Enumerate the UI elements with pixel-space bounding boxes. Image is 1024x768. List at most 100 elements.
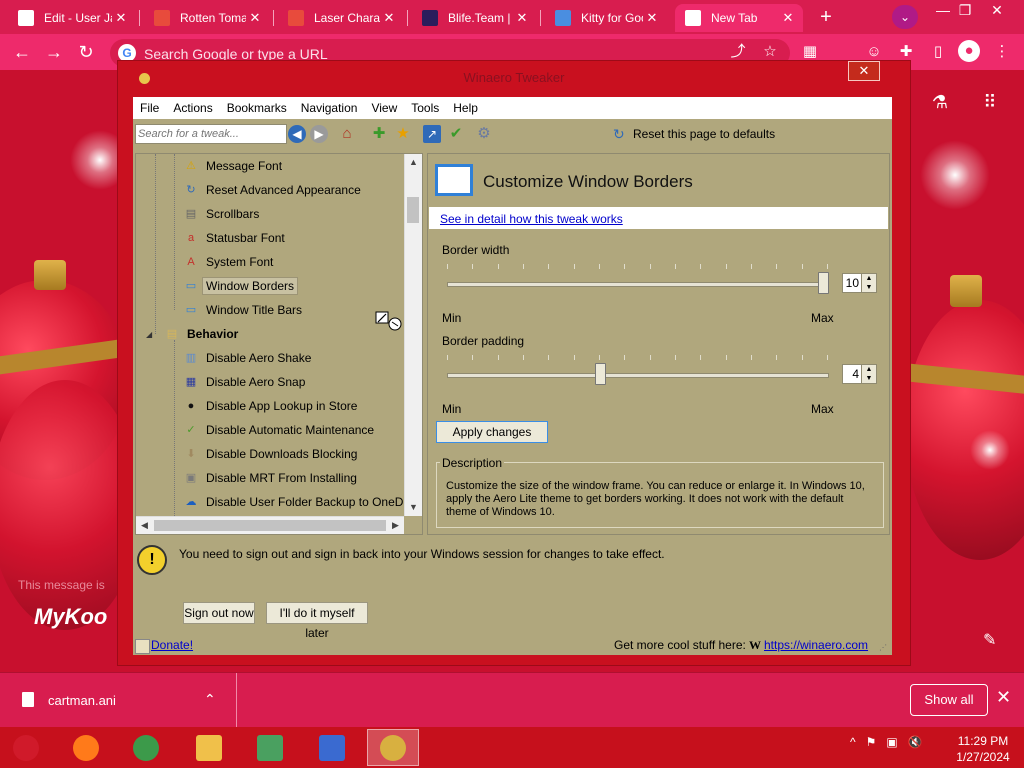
border-padding-spinner[interactable]: 4 ▲ ▼ <box>842 364 877 384</box>
star-icon[interactable]: ☆ <box>760 42 780 62</box>
border-width-track[interactable] <box>447 282 829 287</box>
firefox-icon[interactable] <box>60 729 112 766</box>
detail-link[interactable]: See in detail how this tweak works <box>440 212 623 226</box>
remote-desktop-icon[interactable] <box>306 729 358 766</box>
tab-close-icon[interactable]: ✕ <box>380 10 398 26</box>
forward-arrow-icon[interactable]: ▶ <box>310 125 328 143</box>
show-hidden-icons-icon[interactable]: ^ <box>850 735 856 749</box>
reset-page-button[interactable]: ↻ Reset this page to defaults <box>613 127 775 141</box>
scroll-right-icon[interactable]: ▶ <box>387 517 404 534</box>
spin-up-icon[interactable]: ▲ <box>862 365 876 374</box>
border-width-thumb[interactable] <box>818 272 829 294</box>
browser-tab[interactable]: Laser Charac ✕ <box>278 4 404 32</box>
home-icon[interactable]: ⌂ <box>338 125 356 143</box>
close-button[interactable]: ✕ <box>982 0 1012 20</box>
browser-tab[interactable]: New Tab ✕ <box>675 4 803 32</box>
customize-pencil-icon[interactable]: ✎ <box>983 630 996 650</box>
browser-tab[interactable]: Rotten Toma ✕ <box>144 4 270 32</box>
share-icon[interactable]: ⤴ <box>728 42 748 62</box>
tab-close-icon[interactable]: ✕ <box>513 10 531 26</box>
sidebar-icon[interactable]: ▯ <box>928 42 948 62</box>
start-button[interactable] <box>0 729 52 766</box>
border-padding-thumb[interactable] <box>595 363 607 385</box>
tree-item[interactable]: ⚠ Message Font <box>183 154 282 178</box>
menu-navigation[interactable]: Navigation <box>294 97 365 119</box>
show-all-button[interactable]: Show all <box>910 684 988 716</box>
browser-tab[interactable]: Edit - User Ja ✕ <box>8 4 136 32</box>
hscroll-thumb[interactable] <box>154 520 386 531</box>
forward-button[interactable]: → <box>42 40 66 64</box>
tree-item[interactable]: ▣ Disable MRT From Installing <box>183 466 357 490</box>
network-icon[interactable] <box>244 729 296 766</box>
network-tray-icon[interactable]: ▣ <box>886 735 897 749</box>
tree-item[interactable]: ⬇ Disable Downloads Blocking <box>183 442 357 466</box>
reload-button[interactable]: ↻ <box>74 40 98 64</box>
shortcut-icon[interactable]: ↗ <box>423 125 441 143</box>
apply-changes-button[interactable]: Apply changes <box>436 421 548 443</box>
apply-check-icon[interactable]: ✔ <box>447 125 465 143</box>
tab-close-icon[interactable]: ✕ <box>643 10 661 26</box>
tree-item[interactable]: A System Font <box>183 250 273 274</box>
tree-item[interactable]: a Statusbar Font <box>183 226 285 250</box>
tree-item[interactable]: ▭ Window Title Bars <box>183 298 302 322</box>
puzzle-icon[interactable]: ✚ <box>896 42 916 62</box>
expand-icon[interactable]: ◢ <box>146 330 152 339</box>
browser-tab[interactable]: Kitty for Goo ✕ <box>545 4 667 32</box>
close-download-bar-icon[interactable]: ✕ <box>996 687 1011 708</box>
scroll-left-icon[interactable]: ◀ <box>136 517 153 534</box>
menu-tools[interactable]: Tools <box>404 97 446 119</box>
labs-icon[interactable]: ⚗ <box>930 92 950 112</box>
sign-out-now-button[interactable]: Sign out now <box>183 602 255 624</box>
menu-icon[interactable]: ⋮ <box>992 42 1012 62</box>
scroll-down-icon[interactable]: ▼ <box>405 499 422 516</box>
tree-item[interactable]: ☁ Disable User Folder Backup to OneDrive <box>183 490 423 514</box>
bookmark-star-icon[interactable]: ★ <box>394 125 412 143</box>
apps-grid-icon[interactable]: ⠿ <box>980 92 1000 112</box>
resize-grip-icon[interactable]: ⋰ <box>879 643 889 653</box>
tweak-search-input[interactable] <box>135 124 287 144</box>
tree-item[interactable]: ↻ Reset Advanced Appearance <box>183 178 360 202</box>
spin-up-icon[interactable]: ▲ <box>862 274 876 283</box>
menu-bookmarks[interactable]: Bookmarks <box>220 97 294 119</box>
spin-down-icon[interactable]: ▼ <box>862 374 876 383</box>
profile-icon[interactable]: ● <box>958 40 980 62</box>
menu-file[interactable]: File <box>133 97 166 119</box>
emoji-extension-icon[interactable]: ☺ <box>864 42 884 62</box>
tree-item[interactable]: ▤ Scrollbars <box>183 202 260 226</box>
tab-close-icon[interactable]: ✕ <box>779 10 797 26</box>
clock[interactable]: 11:29 PM 1/27/2024 <box>948 733 1018 765</box>
winaero-tweaker-icon[interactable] <box>367 729 419 766</box>
do-it-later-button[interactable]: I'll do it myself later <box>266 602 368 640</box>
tree-item[interactable]: ▭ Window Borders <box>183 274 299 298</box>
menu-help[interactable]: Help <box>446 97 485 119</box>
border-padding-track[interactable] <box>447 373 829 378</box>
tab-close-icon[interactable]: ✕ <box>246 10 264 26</box>
menu-actions[interactable]: Actions <box>166 97 219 119</box>
menu-view[interactable]: View <box>364 97 404 119</box>
new-tab-button[interactable]: + <box>812 5 840 29</box>
settings-gear-icon[interactable]: ⚙ <box>475 125 493 143</box>
scroll-up-icon[interactable]: ▲ <box>405 154 422 171</box>
tree-item[interactable]: ● Disable App Lookup in Store <box>183 394 358 418</box>
action-center-flag-icon[interactable]: ⚑ <box>866 735 877 749</box>
extension-icon[interactable]: ▦ <box>800 42 820 62</box>
scroll-thumb[interactable] <box>407 197 419 223</box>
add-bookmark-icon[interactable]: ✚ <box>370 125 388 143</box>
donate-link[interactable]: Donate! <box>151 638 193 652</box>
tree-item[interactable]: ▥ Disable Aero Shake <box>183 346 312 370</box>
border-width-spinner[interactable]: 10 ▲ ▼ <box>842 273 877 293</box>
restore-button[interactable]: ❐ <box>950 0 980 20</box>
spin-down-icon[interactable]: ▼ <box>862 283 876 292</box>
tree-item[interactable]: ✓ Disable Automatic Maintenance <box>183 418 374 442</box>
back-arrow-icon[interactable]: ◀ <box>288 125 306 143</box>
file-explorer-icon[interactable] <box>183 729 235 766</box>
tree-item[interactable]: ◢ ▤ Behavior <box>146 322 238 346</box>
tree-horizontal-scrollbar[interactable]: ◀ ▶ <box>136 516 404 534</box>
window-close-button[interactable]: ✕ <box>848 61 880 81</box>
chrome-icon[interactable] <box>120 729 172 766</box>
winaero-link[interactable]: https://winaero.com <box>764 638 868 652</box>
volume-muted-icon[interactable]: 🔇 <box>908 735 923 749</box>
back-button[interactable]: ← <box>10 40 34 64</box>
tab-close-icon[interactable]: ✕ <box>112 10 130 26</box>
download-item[interactable]: cartman.ani ⌃ <box>0 673 237 727</box>
